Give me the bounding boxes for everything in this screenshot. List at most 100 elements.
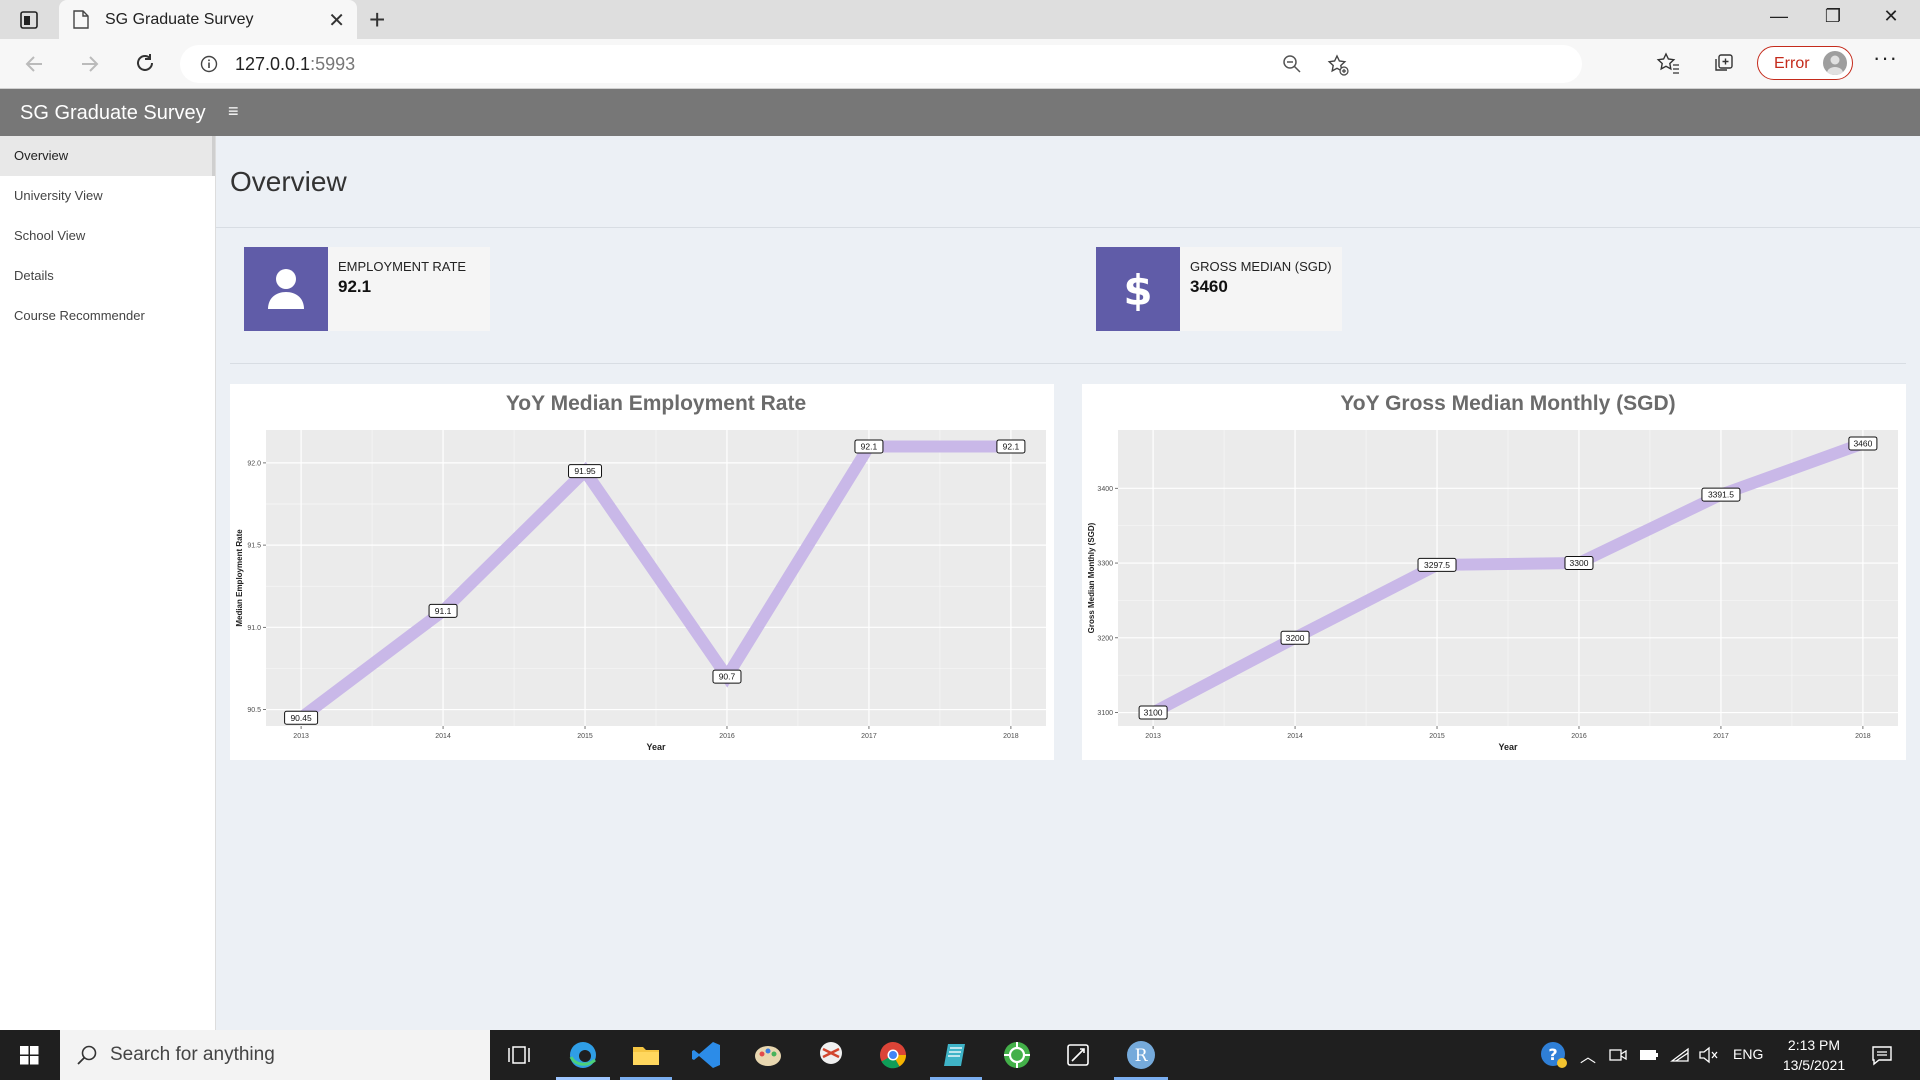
data-label: 3100 <box>1144 708 1163 718</box>
taskbar-clock[interactable]: 2:13 PM 13/5/2021 <box>1766 1035 1862 1075</box>
tab-close-icon[interactable]: ✕ <box>328 8 345 33</box>
data-label: 91.1 <box>435 606 452 616</box>
svg-text:$: $ <box>1123 266 1152 313</box>
y-tick-label: 3100 <box>1097 710 1113 717</box>
task-view-icon[interactable] <box>504 1039 536 1071</box>
employment-rate-chart-svg: YoY Median Employment Rate 2013 2014 2015 20… <box>235 392 1046 752</box>
search-icon <box>77 1045 97 1065</box>
chart-title: YoY Gross Median Monthly (SGD) <box>1340 392 1675 415</box>
clock-time: 2:13 PM <box>1787 1037 1841 1053</box>
chart-title: YoY Median Employment Rate <box>506 392 806 415</box>
help-icon[interactable]: ? <box>1539 1040 1569 1070</box>
camera-icon[interactable] <box>1608 1045 1628 1065</box>
file-explorer-icon[interactable] <box>630 1039 662 1071</box>
tab-title: SG Graduate Survey <box>105 11 254 28</box>
file-sync-icon[interactable] <box>1062 1039 1094 1071</box>
y-axis-title: Median Employment Rate <box>235 529 244 627</box>
edge-browser-icon[interactable] <box>567 1039 599 1071</box>
rstudio-icon[interactable]: R <box>1125 1039 1157 1071</box>
notifications-icon[interactable] <box>1870 1043 1894 1067</box>
add-favorite-icon[interactable] <box>1326 53 1350 77</box>
employment-rate-chart: YoY Median Employment Rate 2013 2014 2015 20… <box>230 384 1054 760</box>
y-tick-label: 92.0 <box>247 460 261 467</box>
clock-date: 13/5/2021 <box>1782 1057 1846 1073</box>
infobox-value: 92.1 <box>338 277 372 296</box>
x-tick-label: 2015 <box>577 733 593 740</box>
y-axis-title: Gross Median Monthly (SGD) <box>1087 522 1096 633</box>
y-tick-label: 3400 <box>1097 486 1113 493</box>
show-hidden-icons-icon[interactable]: ︿ <box>1580 1043 1596 1080</box>
svg-text:R: R <box>1135 1046 1149 1066</box>
user-icon <box>244 247 328 331</box>
y-tick-label: 91.0 <box>247 625 261 632</box>
x-tick-label: 2014 <box>435 733 451 740</box>
data-label: 91.95 <box>574 466 596 476</box>
forward-icon[interactable] <box>76 51 102 77</box>
title-divider <box>216 227 1920 228</box>
wifi-icon[interactable] <box>1670 1045 1692 1065</box>
windows-start-icon[interactable] <box>0 1030 60 1080</box>
y-tick-label: 3300 <box>1097 561 1113 568</box>
gross-median-chart: YoY Gross Median Monthly (SGD) 2013 2014 20… <box>1082 384 1906 760</box>
data-label: 3300 <box>1570 558 1589 568</box>
y-tick-label: 91.5 <box>247 543 261 550</box>
main-content: Overview EMPLOYMENT RATE 92.1 $ GROSS ME… <box>216 136 1920 1030</box>
data-label: 3391.5 <box>1708 490 1734 500</box>
collections-icon[interactable] <box>1712 51 1736 75</box>
favorites-icon[interactable] <box>1656 51 1680 75</box>
y-tick-label: 90.5 <box>247 707 261 714</box>
notepad-icon[interactable] <box>939 1039 971 1071</box>
x-axis-title: Year <box>646 742 666 752</box>
x-tick-label: 2013 <box>293 733 309 740</box>
sidebar-item-university-view[interactable]: University View <box>0 176 215 216</box>
x-tick-label: 2016 <box>1571 733 1587 740</box>
profile-error-button[interactable]: Error <box>1757 46 1853 80</box>
os-taskbar: Search for anything R ? ︿ ENG 2:13 PM 13… <box>0 1030 1920 1080</box>
sidebar-item-school-view[interactable]: School View <box>0 216 215 256</box>
gross-median-infobox: $ GROSS MEDIAN (SGD) 3460 <box>1096 247 1342 331</box>
paint-icon[interactable] <box>752 1039 784 1071</box>
x-axis-title: Year <box>1498 742 1518 752</box>
language-indicator[interactable]: ENG <box>1733 1046 1763 1080</box>
app-brand[interactable]: SG Graduate Survey <box>0 89 216 136</box>
battery-icon <box>1640 1050 1658 1060</box>
browser-tab[interactable]: SG Graduate Survey ✕ <box>59 0 357 39</box>
search-placeholder: Search for anything <box>110 1044 275 1065</box>
refresh-icon[interactable] <box>132 51 158 77</box>
browser-tab-bar: SG Graduate Survey ✕ + — ❐ ✕ <box>0 0 1920 39</box>
window-close-icon[interactable]: ✕ <box>1868 6 1914 27</box>
x-tick-label: 2014 <box>1287 733 1303 740</box>
volume-muted-icon[interactable] <box>1698 1045 1720 1065</box>
site-info-icon[interactable] <box>200 55 218 73</box>
x-tick-label: 2018 <box>1003 733 1019 740</box>
sidebar: Overview University View School View Det… <box>0 136 216 1030</box>
x-tick-label: 2013 <box>1145 733 1161 740</box>
tab-actions-icon[interactable] <box>18 9 40 31</box>
data-label: 3200 <box>1286 633 1305 643</box>
restore-icon[interactable]: ❐ <box>1810 6 1856 27</box>
more-options-icon[interactable]: ··· <box>1873 45 1898 71</box>
zoom-out-icon[interactable] <box>1282 54 1302 74</box>
svg-text:?: ? <box>1548 1045 1557 1064</box>
url-port: :5993 <box>310 54 356 74</box>
anaconda-icon[interactable] <box>1001 1039 1033 1071</box>
sidebar-toggle-icon[interactable]: ≡ <box>228 101 239 122</box>
new-tab-icon[interactable]: + <box>369 4 385 36</box>
taskbar-search-input[interactable]: Search for anything <box>60 1030 490 1080</box>
chrome-icon[interactable] <box>877 1039 909 1071</box>
sidebar-item-details[interactable]: Details <box>0 256 215 296</box>
back-icon[interactable] <box>22 51 48 77</box>
sidebar-item-course-recommender[interactable]: Course Recommender <box>0 296 215 336</box>
data-label: 3460 <box>1853 438 1872 448</box>
url-input[interactable]: 127.0.0.1:5993 <box>180 45 1582 83</box>
gross-median-chart-svg: YoY Gross Median Monthly (SGD) 2013 2014 20… <box>1087 392 1898 752</box>
x-tick-label: 2016 <box>719 733 735 740</box>
employment-rate-infobox: EMPLOYMENT RATE 92.1 <box>244 247 490 331</box>
snipping-tool-icon[interactable] <box>815 1039 847 1071</box>
page-title: Overview <box>230 166 347 197</box>
minimize-icon[interactable]: — <box>1756 6 1802 27</box>
vscode-icon[interactable] <box>691 1039 723 1071</box>
infobox-value: 3460 <box>1190 277 1228 296</box>
sidebar-item-overview[interactable]: Overview <box>0 136 215 176</box>
section-divider <box>230 363 1906 364</box>
